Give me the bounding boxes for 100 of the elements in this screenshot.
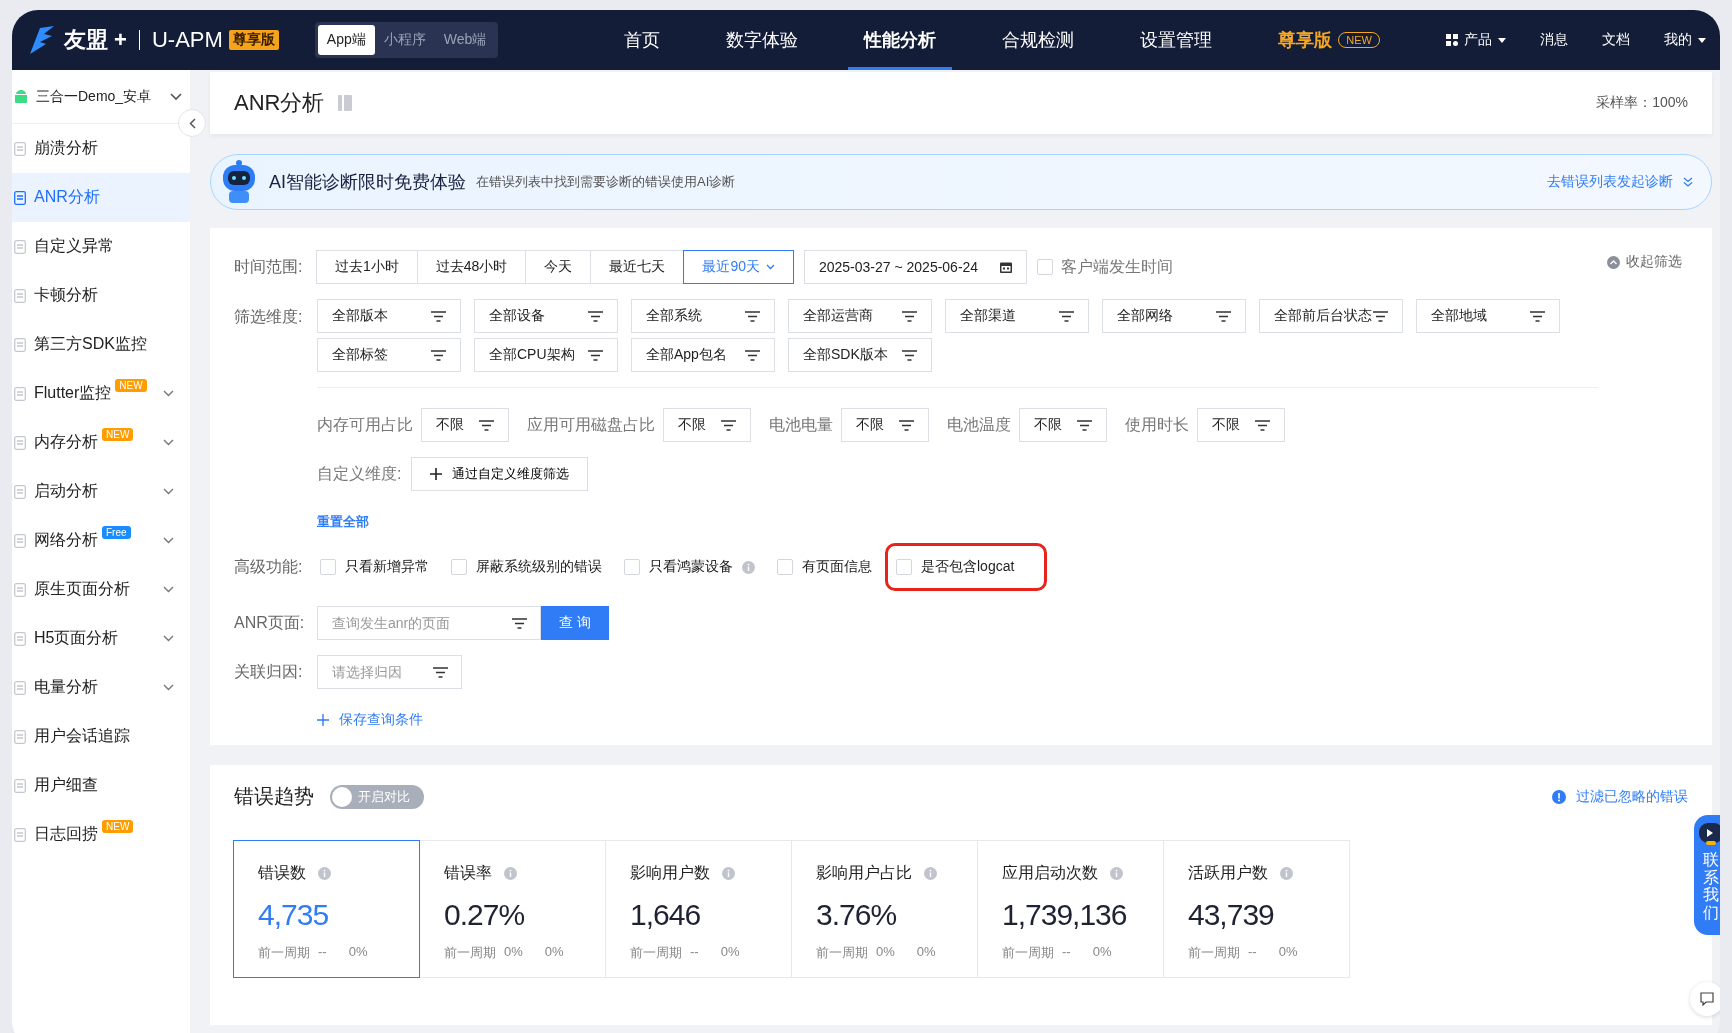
metric-value: 0.27% xyxy=(444,898,526,932)
metric-card[interactable]: 影响用户占比 3.76% 前一周期 0% 0% xyxy=(791,840,978,978)
sidebar-item[interactable]: 内存分析 NEW xyxy=(12,418,190,467)
nav-link[interactable]: 合规检测 xyxy=(986,10,1091,70)
previous-period-label: 前一周期 xyxy=(258,944,310,962)
nav-link[interactable]: 尊享版 xyxy=(1262,10,1339,70)
section-title: 错误趋势 xyxy=(234,784,314,809)
sidebar-item[interactable]: Flutter监控 NEW xyxy=(12,369,190,418)
previous-period-value: -- xyxy=(1248,944,1257,961)
platform-tab[interactable]: App端 xyxy=(317,25,375,55)
change-value: 0% xyxy=(1278,944,1298,961)
field-label: 电池温度 xyxy=(947,414,1011,435)
dimension-dropdown[interactable]: 全部地域 xyxy=(1416,299,1560,333)
metric-value: 4,735 xyxy=(258,898,330,932)
previous-period-value: -- xyxy=(318,944,327,961)
dimension-dropdown[interactable]: 全部SDK版本 xyxy=(788,338,932,372)
field-label: 电池电量 xyxy=(769,414,833,435)
page-title: ANR分析 xyxy=(234,89,325,117)
limit-dropdown[interactable]: 不限 xyxy=(663,408,751,442)
collapse-filters-link[interactable]: 收起筛选 xyxy=(1607,253,1682,271)
previous-period-label: 前一周期 xyxy=(1002,944,1054,962)
advanced-option[interactable]: 只看新增异常 xyxy=(317,551,432,583)
sidebar-badge: NEW xyxy=(102,820,134,833)
change-value: 0% xyxy=(1092,944,1112,961)
dimension-dropdown[interactable]: 全部CPU架构 xyxy=(474,338,618,372)
dimension-dropdown[interactable]: 全部网络 xyxy=(1102,299,1246,333)
diagnose-link[interactable]: 去错误列表发起诊断 xyxy=(1547,173,1673,191)
field-label: 应用可用磁盘占比 xyxy=(527,414,655,435)
reset-all-link[interactable]: 重置全部 xyxy=(317,513,369,531)
field-label: 自定义维度: xyxy=(317,463,402,484)
save-query-link[interactable]: 保存查询条件 xyxy=(317,711,423,729)
contact-us-tab[interactable]: 联系我们 xyxy=(1694,815,1720,936)
dimension-dropdown[interactable]: 全部运营商 xyxy=(788,299,932,333)
sidebar-item[interactable]: 卡顿分析 xyxy=(12,271,190,320)
sidebar-item[interactable]: 启动分析 xyxy=(12,467,190,516)
advanced-option[interactable]: 只看鸿蒙设备 xyxy=(621,551,758,583)
metric-card[interactable]: 影响用户数 1,646 前一周期 -- 0% xyxy=(605,840,792,978)
sidebar-item[interactable]: 电量分析 xyxy=(12,663,190,712)
metric-card[interactable]: 应用启动次数 1,739,136 前一周期 -- 0% xyxy=(977,840,1164,978)
dimension-dropdown[interactable]: 全部设备 xyxy=(474,299,618,333)
dimension-dropdown[interactable]: 全部App包名 xyxy=(631,338,775,372)
nav-link[interactable]: 数字体验 xyxy=(710,10,815,70)
sidebar-item[interactable]: 网络分析 Free xyxy=(12,516,190,565)
anr-page-field[interactable]: 查询发生anr的页面 xyxy=(317,606,541,640)
limit-dropdown[interactable]: 不限 xyxy=(421,408,509,442)
sidebar-item[interactable]: 原生页面分析 xyxy=(12,565,190,614)
sidebar-item[interactable]: 第三方SDK监控 xyxy=(12,320,190,369)
metric-label: 错误数 xyxy=(258,863,306,883)
time-range-option[interactable]: 今天 xyxy=(525,250,592,284)
dimension-dropdown[interactable]: 全部版本 xyxy=(317,299,461,333)
sidebar-item[interactable]: 崩溃分析 xyxy=(12,124,190,173)
dimension-dropdown[interactable]: 全部渠道 xyxy=(945,299,1089,333)
brand-name: 友盟 + xyxy=(64,26,127,54)
sidebar-item[interactable]: 日志回捞 NEW xyxy=(12,810,190,859)
account-menu[interactable]: 我的 xyxy=(1664,31,1706,49)
metric-card[interactable]: 错误数 4,735 前一周期 -- 0% xyxy=(233,840,420,978)
previous-period-label: 前一周期 xyxy=(630,944,682,962)
time-range-option[interactable]: 过去48小时 xyxy=(416,250,527,284)
time-range-option[interactable]: 最近七天 xyxy=(590,250,685,284)
platform-tab[interactable]: Web端 xyxy=(434,25,496,55)
top-link[interactable]: 消息 xyxy=(1540,31,1568,49)
ignored-errors-link[interactable]: 过滤已忽略的错误 xyxy=(1576,787,1688,806)
sidebar-item[interactable]: H5页面分析 xyxy=(12,614,190,663)
query-button[interactable]: 查 询 xyxy=(541,606,609,640)
dimension-dropdown[interactable]: 全部系统 xyxy=(631,299,775,333)
nav-link[interactable]: 首页 xyxy=(608,10,677,70)
metric-value: 1,739,136 xyxy=(1002,898,1128,932)
time-range-option[interactable]: 过去1小时 xyxy=(316,250,418,284)
custom-dimension-button[interactable]: 通过自定义维度筛选 xyxy=(411,457,589,491)
edition-badge: 尊享版 xyxy=(228,30,279,50)
metric-label: 影响用户数 xyxy=(630,863,710,883)
sidebar-item[interactable]: ANR分析 xyxy=(12,173,190,222)
metric-card[interactable]: 活跃用户数 43,739 前一周期 -- 0% xyxy=(1163,840,1350,978)
change-value: 0% xyxy=(544,944,564,961)
sidebar-item[interactable]: 用户会话追踪 xyxy=(12,712,190,761)
advanced-option[interactable]: 是否包含logcat xyxy=(885,543,1048,591)
time-range-option[interactable]: 最近90天 xyxy=(683,250,794,284)
field-label: 内存可用占比 xyxy=(317,414,413,435)
limit-dropdown[interactable]: 不限 xyxy=(1197,408,1285,442)
top-link[interactable]: 文档 xyxy=(1602,31,1630,49)
limit-dropdown[interactable]: 不限 xyxy=(841,408,929,442)
dimension-dropdown[interactable]: 全部标签 xyxy=(317,338,461,372)
advanced-option[interactable]: 屏蔽系统级别的错误 xyxy=(448,551,605,583)
products-menu[interactable]: 产品 xyxy=(1446,31,1506,49)
sidebar-item[interactable]: 用户细查 xyxy=(12,761,190,810)
sidebar-item[interactable]: 自定义异常 xyxy=(12,222,190,271)
limit-dropdown[interactable]: 不限 xyxy=(1019,408,1107,442)
attribution-field[interactable]: 请选择归因 xyxy=(317,655,462,689)
change-value: 0% xyxy=(916,944,936,961)
product-name: U-APM xyxy=(151,27,223,53)
date-range-field[interactable]: 2025-03-27 ~ 2025-06-24 xyxy=(803,250,1028,284)
field-label: 筛选维度: xyxy=(234,307,304,327)
metric-card[interactable]: 错误率 0.27% 前一周期 0% 0% xyxy=(419,840,606,978)
previous-period-value: -- xyxy=(1062,944,1071,961)
sidebar-badge: Free xyxy=(102,526,131,539)
nav-link[interactable]: 设置管理 xyxy=(1124,10,1229,70)
banner-description: 在错误列表中找到需要诊断的错误使用AI诊断 xyxy=(476,173,736,191)
platform-tab[interactable]: 小程序 xyxy=(374,25,435,55)
advanced-option[interactable]: 有页面信息 xyxy=(774,551,875,583)
dimension-dropdown[interactable]: 全部前后台状态 xyxy=(1259,299,1403,333)
